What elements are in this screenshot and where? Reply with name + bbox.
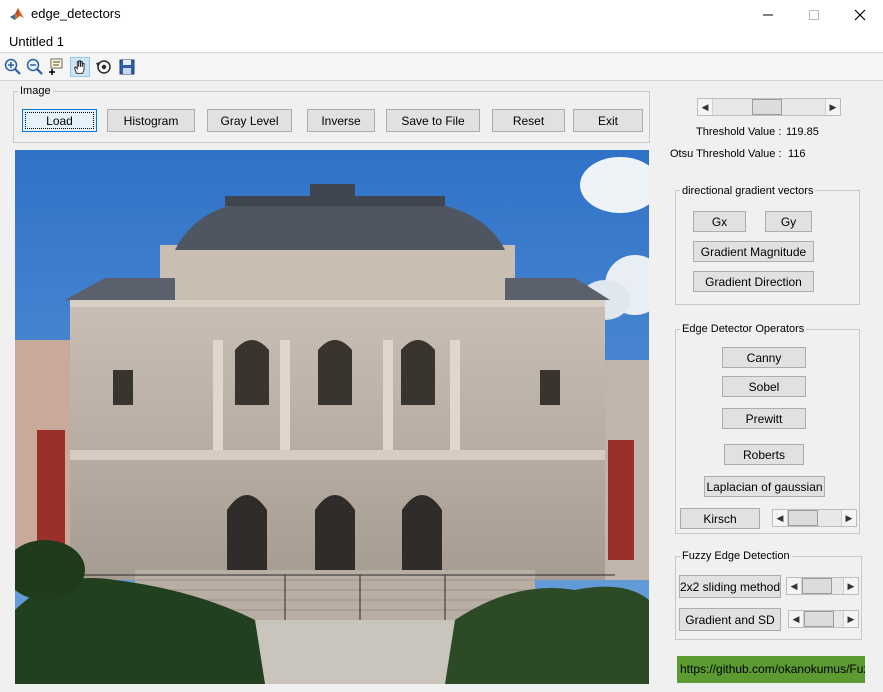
threshold-value: 119.85 (786, 126, 819, 138)
laplacian-of-gaussian-button[interactable]: Laplacian of gaussian (704, 476, 825, 497)
sliding-method-slider[interactable]: ◀ ▶ (786, 577, 859, 595)
gradient-group-label: directional gradient vectors (680, 185, 816, 197)
slider-right-arrow-icon[interactable]: ▶ (841, 510, 856, 526)
threshold-label: Threshold Value : (696, 126, 782, 138)
histogram-button[interactable]: Histogram (107, 109, 195, 132)
exit-button[interactable]: Exit (573, 109, 643, 132)
maximize-icon (809, 9, 819, 20)
slider-left-arrow-icon[interactable]: ◀ (787, 578, 802, 594)
sobel-button[interactable]: Sobel (722, 376, 806, 397)
pan-hand-icon[interactable] (70, 57, 90, 77)
app-window: edge_detectors Untitled 1 Image Load His… (0, 0, 883, 692)
slider-left-arrow-icon[interactable]: ◀ (698, 99, 713, 115)
title-bar: edge_detectors (0, 0, 883, 29)
gradient-and-sd-button[interactable]: Gradient and SD (679, 608, 781, 631)
matlab-logo-icon (10, 8, 24, 20)
slider-left-arrow-icon[interactable]: ◀ (789, 611, 804, 627)
slider-thumb[interactable] (804, 611, 834, 627)
sliding-method-button[interactable]: 2x2 sliding method (679, 575, 781, 598)
slider-thumb[interactable] (802, 578, 832, 594)
slider-left-arrow-icon[interactable]: ◀ (773, 510, 788, 526)
rotate-3d-icon[interactable] (94, 57, 114, 77)
data-cursor-icon[interactable] (48, 57, 68, 77)
load-button[interactable]: Load (22, 109, 97, 132)
figure-toolbar (0, 54, 883, 81)
gy-button[interactable]: Gy (765, 211, 812, 232)
slider-thumb[interactable] (751, 99, 782, 115)
close-button[interactable] (837, 0, 883, 29)
menu-item-untitled[interactable]: Untitled 1 (9, 34, 64, 49)
otsu-threshold-label: Otsu Threshold Value : (670, 148, 782, 160)
threshold-slider[interactable]: ◀ ▶ (697, 98, 841, 116)
close-icon (854, 9, 866, 20)
minimize-button[interactable] (745, 0, 791, 29)
gray-level-button[interactable]: Gray Level (207, 109, 292, 132)
canny-button[interactable]: Canny (722, 347, 806, 368)
save-icon[interactable] (117, 57, 137, 77)
kirsch-button[interactable]: Kirsch (680, 508, 760, 529)
save-to-file-button[interactable]: Save to File (386, 109, 480, 132)
prewitt-button[interactable]: Prewitt (722, 408, 806, 429)
window-title: edge_detectors (31, 6, 121, 21)
roberts-button[interactable]: Roberts (724, 444, 804, 465)
image-display (15, 150, 649, 684)
minimize-icon (763, 14, 773, 15)
zoom-in-icon[interactable] (3, 57, 23, 77)
fuzzy-group-label: Fuzzy Edge Detection (680, 550, 792, 562)
gx-button[interactable]: Gx (693, 211, 746, 232)
zoom-out-icon[interactable] (25, 57, 45, 77)
gradient-and-sd-slider[interactable]: ◀ ▶ (788, 610, 859, 628)
slider-right-arrow-icon[interactable]: ▶ (843, 578, 858, 594)
main-content: Image Load Histogram Gray Level Inverse … (0, 82, 883, 692)
edge-operators-group-label: Edge Detector Operators (680, 323, 807, 335)
github-link[interactable]: https://github.com/okanokumus/Fuzzy_ (677, 656, 865, 683)
reset-button[interactable]: Reset (492, 109, 565, 132)
slider-right-arrow-icon[interactable]: ▶ (843, 611, 858, 627)
kirsch-slider[interactable]: ◀ ▶ (772, 509, 857, 527)
gradient-magnitude-button[interactable]: Gradient Magnitude (693, 241, 814, 262)
otsu-threshold-value: 116 (788, 148, 806, 160)
inverse-button[interactable]: Inverse (307, 109, 375, 132)
gradient-direction-button[interactable]: Gradient Direction (693, 271, 814, 292)
slider-thumb[interactable] (788, 510, 818, 526)
maximize-button[interactable] (791, 0, 837, 29)
building-photo (15, 150, 649, 684)
menu-bar: Untitled 1 (0, 29, 883, 53)
slider-right-arrow-icon[interactable]: ▶ (825, 99, 840, 115)
image-group-label: Image (18, 85, 53, 97)
